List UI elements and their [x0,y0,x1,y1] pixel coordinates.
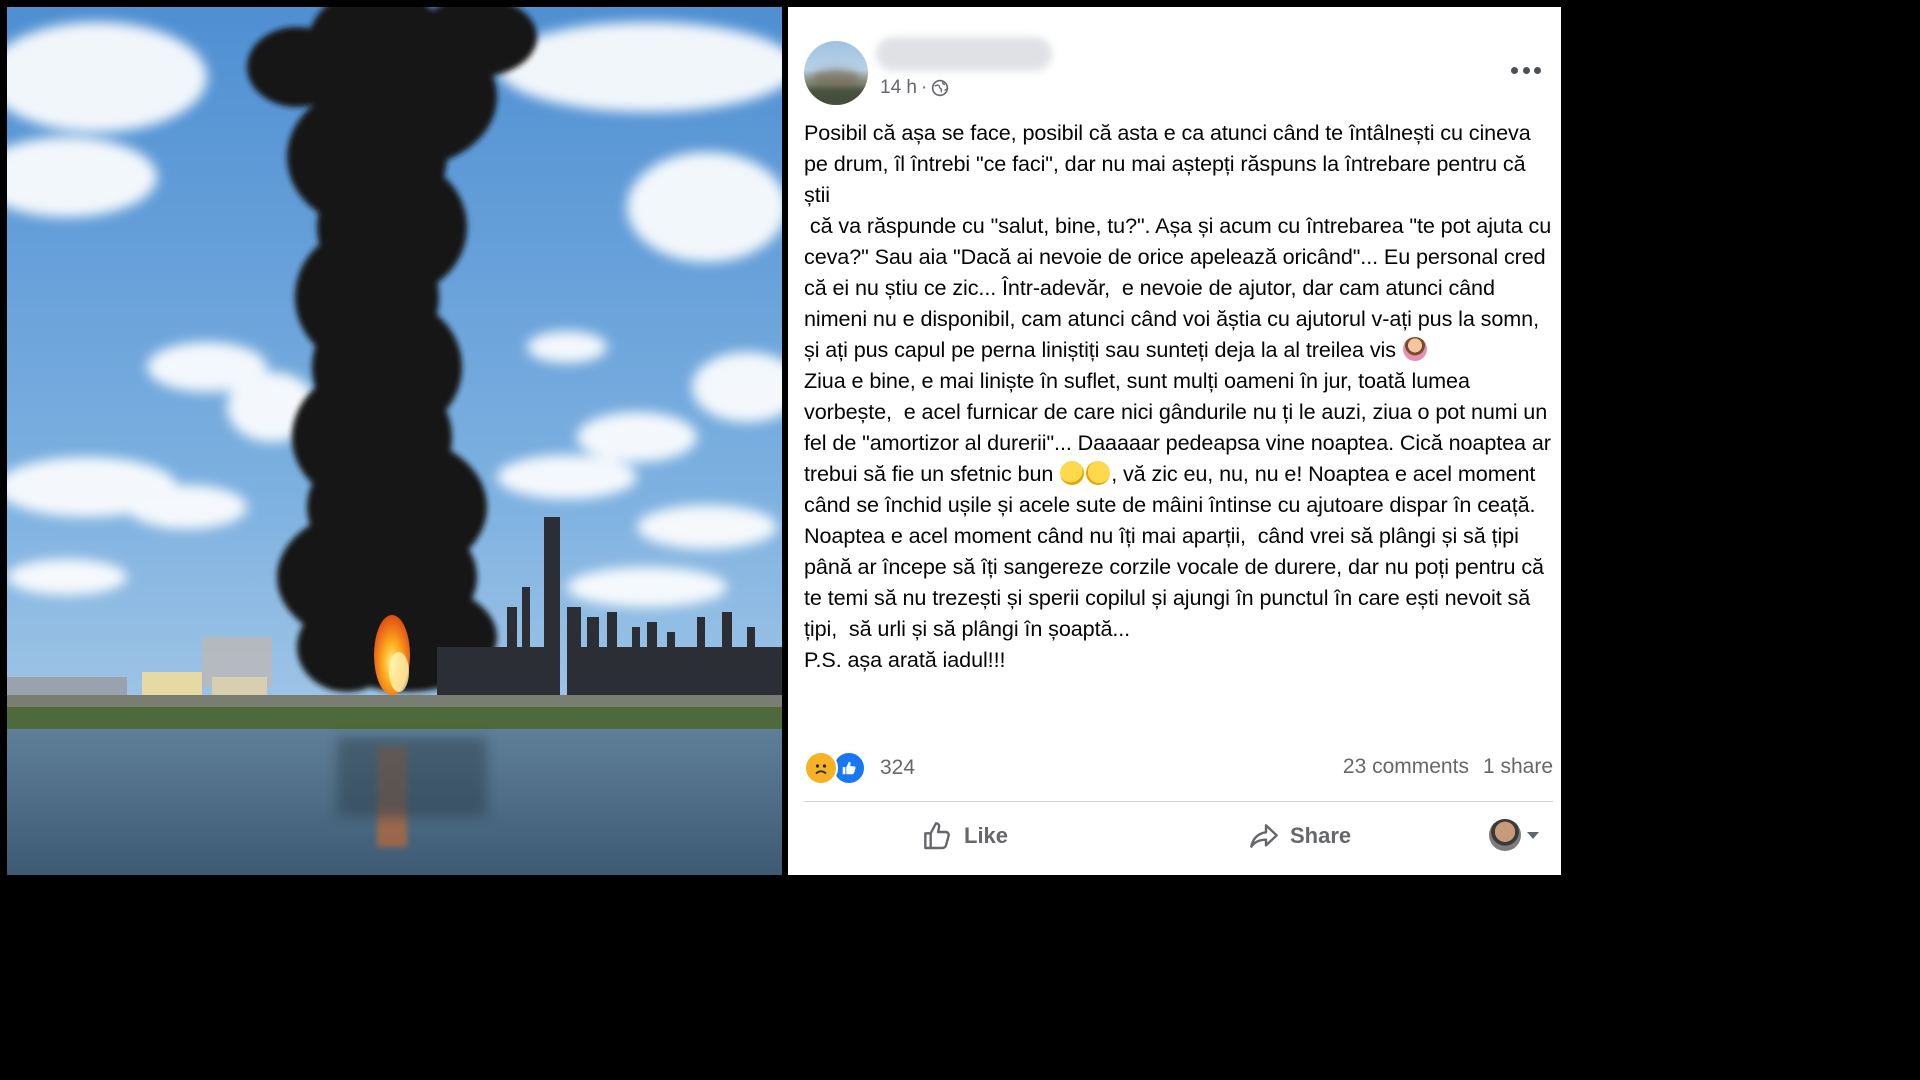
author-name-blurred[interactable] [876,37,1052,71]
share-arrow-icon [1250,824,1278,848]
reaction-count: 324 [880,756,916,779]
post-paragraph-3: Ziua e bine, e mai liniște în suflet, su… [804,365,1556,644]
post-paragraph-2-text: că va răspunde cu "salut, bine, tu?". Aș… [804,213,1558,362]
social-post-card: 14 h · Posibil că așa se face, posibil c… [788,7,1561,875]
post-paragraph-2: că va răspunde cu "salut, bine, tu?". Aș… [804,210,1556,365]
actions-divider [804,801,1553,802]
post-paragraph-3b-text: , vă zic eu, nu, nu e! Noaptea e acel mo… [804,461,1550,641]
post-paragraph-4: P.S. așa arată iadul!!! [804,647,1006,672]
post-paragraph-1: Posibil că așa se face, posibil că asta … [804,120,1537,207]
thinking-face-emoji-icon [1060,461,1085,485]
globe-icon [932,79,949,97]
current-user-avatar [1489,819,1521,851]
dizzy-face-emoji-icon [1086,461,1111,485]
post-body: Posibil că așa se face, posibil că asta … [804,117,1556,675]
like-button[interactable]: Like [922,813,1008,859]
thumbs-up-icon [924,822,950,850]
sad-reaction-icon [804,751,838,785]
like-label: Like [964,823,1009,848]
reactions-summary[interactable]: 324 [804,751,915,785]
shares-count-link[interactable]: 1 share [1483,755,1553,779]
engagement-counts: 23 comments 1 share [1343,755,1553,779]
screenshot-canvas: 14 h · Posibil că așa se face, posibil c… [0,0,1568,882]
author-avatar[interactable] [804,41,868,105]
share-button[interactable]: Share [1248,813,1351,859]
chevron-down-icon [1527,831,1539,839]
share-label: Share [1290,823,1352,848]
more-options-icon[interactable] [1511,59,1541,81]
post-timestamp[interactable]: 14 h [880,77,917,99]
refinery-fire-image [7,7,782,875]
person-gesturing-emoji-icon [1402,337,1427,361]
comments-count-link[interactable]: 23 comments [1343,755,1469,779]
meta-separator: · [920,77,928,98]
post-photo[interactable] [7,7,782,875]
profile-switcher-button[interactable] [1489,817,1539,853]
post-meta: 14 h · [880,77,949,99]
